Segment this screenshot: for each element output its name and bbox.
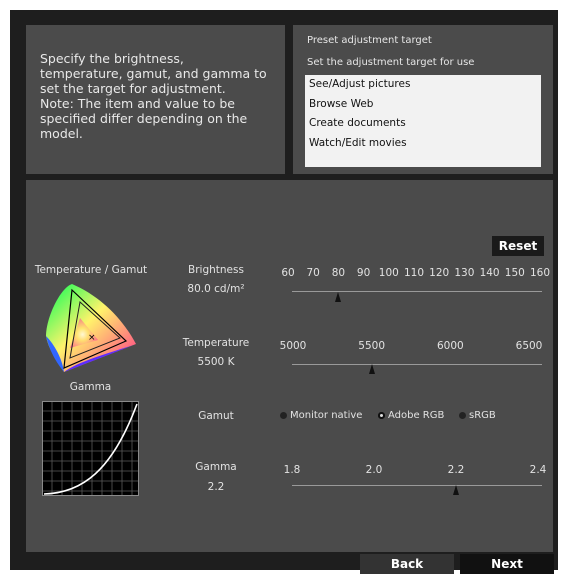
temperature-slider-track[interactable] (292, 364, 542, 365)
temperature-slider-thumb[interactable] (368, 364, 375, 374)
preset-panel: Preset adjustment target Set the adjustm… (293, 25, 553, 174)
tick-label: 90 (356, 267, 371, 279)
intro-line: Note: The item and value to be (40, 96, 235, 111)
gamma-label: Gamma (195, 461, 237, 473)
brightness-slider-thumb[interactable] (335, 292, 342, 302)
tick-label: 140 (479, 267, 500, 279)
intro-line: model. (40, 126, 83, 141)
preset-title: Preset adjustment target (307, 35, 432, 46)
tick-label: 130 (454, 267, 475, 279)
tick-label: 2.0 (365, 464, 383, 476)
brightness-value: 80.0 cd/m² (187, 283, 245, 295)
tick-label: 80 (331, 267, 346, 279)
temperature-gamut-label: Temperature / Gamut (34, 264, 148, 276)
preset-item-watch-edit-movies[interactable]: Watch/Edit movies (305, 134, 541, 154)
tick-label: 150 (504, 267, 525, 279)
radio-dot-icon (459, 412, 466, 419)
gamut-option-label: Adobe RGB (388, 410, 445, 421)
brightness-slider-track[interactable] (292, 291, 542, 292)
gamut-label: Gamut (198, 410, 234, 422)
gamut-option-monitor-native[interactable]: Monitor native (280, 410, 362, 421)
tick-label: 2.4 (529, 464, 547, 476)
tick-label: 120 (429, 267, 450, 279)
tick-label: 5000 (279, 340, 307, 352)
temperature-value: 5500 K (197, 356, 235, 368)
preset-list[interactable]: See/Adjust pictures Browse Web Create do… (305, 75, 541, 167)
gamma-value: 2.2 (207, 481, 225, 493)
back-button[interactable]: Back (360, 554, 454, 574)
gamut-option-srgb[interactable]: sRGB (459, 410, 496, 421)
cie-chromaticity-diagram-icon: × (46, 284, 136, 372)
temperature-label: Temperature (182, 337, 250, 349)
tick-label: 5500 (358, 340, 386, 352)
gamma-slider-thumb[interactable] (453, 485, 459, 495)
gamut-option-label: Monitor native (290, 410, 363, 421)
tick-label: 160 (529, 267, 551, 279)
gamut-option-adobe-rgb[interactable]: Adobe RGB (378, 410, 444, 421)
svg-text:×: × (88, 333, 96, 343)
intro-line: temperature, gamut, and gamma to (40, 66, 267, 81)
tick-label: 60 (281, 267, 295, 279)
radio-dot-icon (280, 412, 287, 419)
preset-item-browse-web[interactable]: Browse Web (305, 95, 541, 115)
preset-item-create-documents[interactable]: Create documents (305, 114, 541, 134)
preset-item-see-adjust-pictures[interactable]: See/Adjust pictures (305, 75, 541, 95)
tick-label: 110 (403, 267, 425, 279)
gamma-curve-graph-icon (42, 401, 139, 496)
tick-label: 100 (378, 267, 399, 279)
intro-text: Specify the brightness, temperature, gam… (40, 51, 280, 141)
reset-button[interactable]: Reset (492, 236, 544, 256)
tick-label: 70 (306, 267, 320, 279)
tick-label: 6500 (515, 340, 543, 352)
tick-label: 6000 (436, 340, 464, 352)
intro-panel: Specify the brightness, temperature, gam… (26, 25, 285, 174)
tick-label: 1.8 (283, 464, 301, 476)
next-button[interactable]: Next (460, 554, 554, 574)
gamut-option-label: sRGB (469, 410, 496, 421)
intro-line: specified differ depending on the (40, 111, 248, 126)
intro-line: Specify the brightness, (40, 51, 184, 66)
gamma-slider-track[interactable] (292, 485, 542, 486)
radio-selected-icon (378, 412, 385, 419)
intro-line: set the target for adjustment. (40, 81, 226, 96)
brightness-label: Brightness (188, 264, 244, 276)
tick-label: 2.2 (447, 464, 465, 476)
gamma-graph-label: Gamma (69, 381, 112, 393)
settings-panel: Reset Temperature / Gamut × Gamma Bright… (26, 180, 553, 552)
preset-subtitle: Set the adjustment target for use (307, 57, 475, 68)
